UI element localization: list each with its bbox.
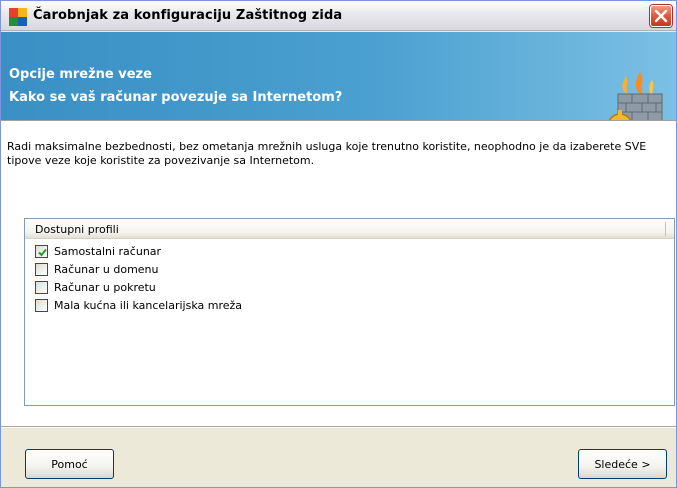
header-banner: Opcije mrežne veze Kako se vaš računar p… (1, 32, 676, 142)
profile-label: Računar u pokretu (54, 281, 156, 294)
next-button[interactable]: Sledeće > (578, 449, 667, 479)
avg-logo-icon (9, 8, 27, 26)
profile-label: Samostalni računar (54, 245, 162, 258)
close-button[interactable] (650, 5, 672, 27)
column-separator[interactable] (665, 222, 666, 236)
wizard-window: Čarobnjak za konfiguraciju Zaštitnog zid… (0, 0, 677, 488)
checkmark-icon (38, 248, 47, 257)
profile-label: Računar u domenu (54, 263, 159, 276)
mobile-checkbox[interactable] (35, 281, 48, 294)
standalone-checkbox[interactable] (35, 245, 48, 258)
profile-item-mobile[interactable]: Računar u pokretu (35, 279, 635, 297)
profile-item-small-office[interactable]: Mala kućna ili kancelarijska mreža (35, 297, 635, 315)
close-icon (654, 9, 668, 23)
window-title: Čarobnjak za konfiguraciju Zaštitnog zid… (33, 8, 343, 23)
domain-checkbox[interactable] (35, 263, 48, 276)
profile-item-standalone[interactable]: Samostalni računar (35, 243, 635, 261)
profiles-list-header[interactable]: Dostupni profili (25, 219, 674, 239)
title-bar[interactable]: Čarobnjak za konfiguraciju Zaštitnog zid… (1, 1, 676, 31)
profile-label: Mala kućna ili kancelarijska mreža (54, 299, 243, 312)
profiles-header-label: Dostupni profili (35, 223, 119, 236)
small-office-checkbox[interactable] (35, 299, 48, 312)
footer-divider (1, 426, 676, 428)
help-button[interactable]: Pomoć (25, 449, 114, 479)
profiles-list[interactable]: Dostupni profili Samostalni računar Raču… (24, 218, 675, 406)
profile-item-domain[interactable]: Računar u domenu (35, 261, 635, 279)
content-area: Radi maksimalne bezbednosti, bez ometanj… (1, 122, 676, 426)
banner-subtitle: Kako se vaš računar povezuje sa Internet… (9, 90, 343, 105)
banner-title: Opcije mrežne veze (9, 67, 152, 82)
description-text: Radi maksimalne bezbednosti, bez ometanj… (7, 140, 647, 167)
